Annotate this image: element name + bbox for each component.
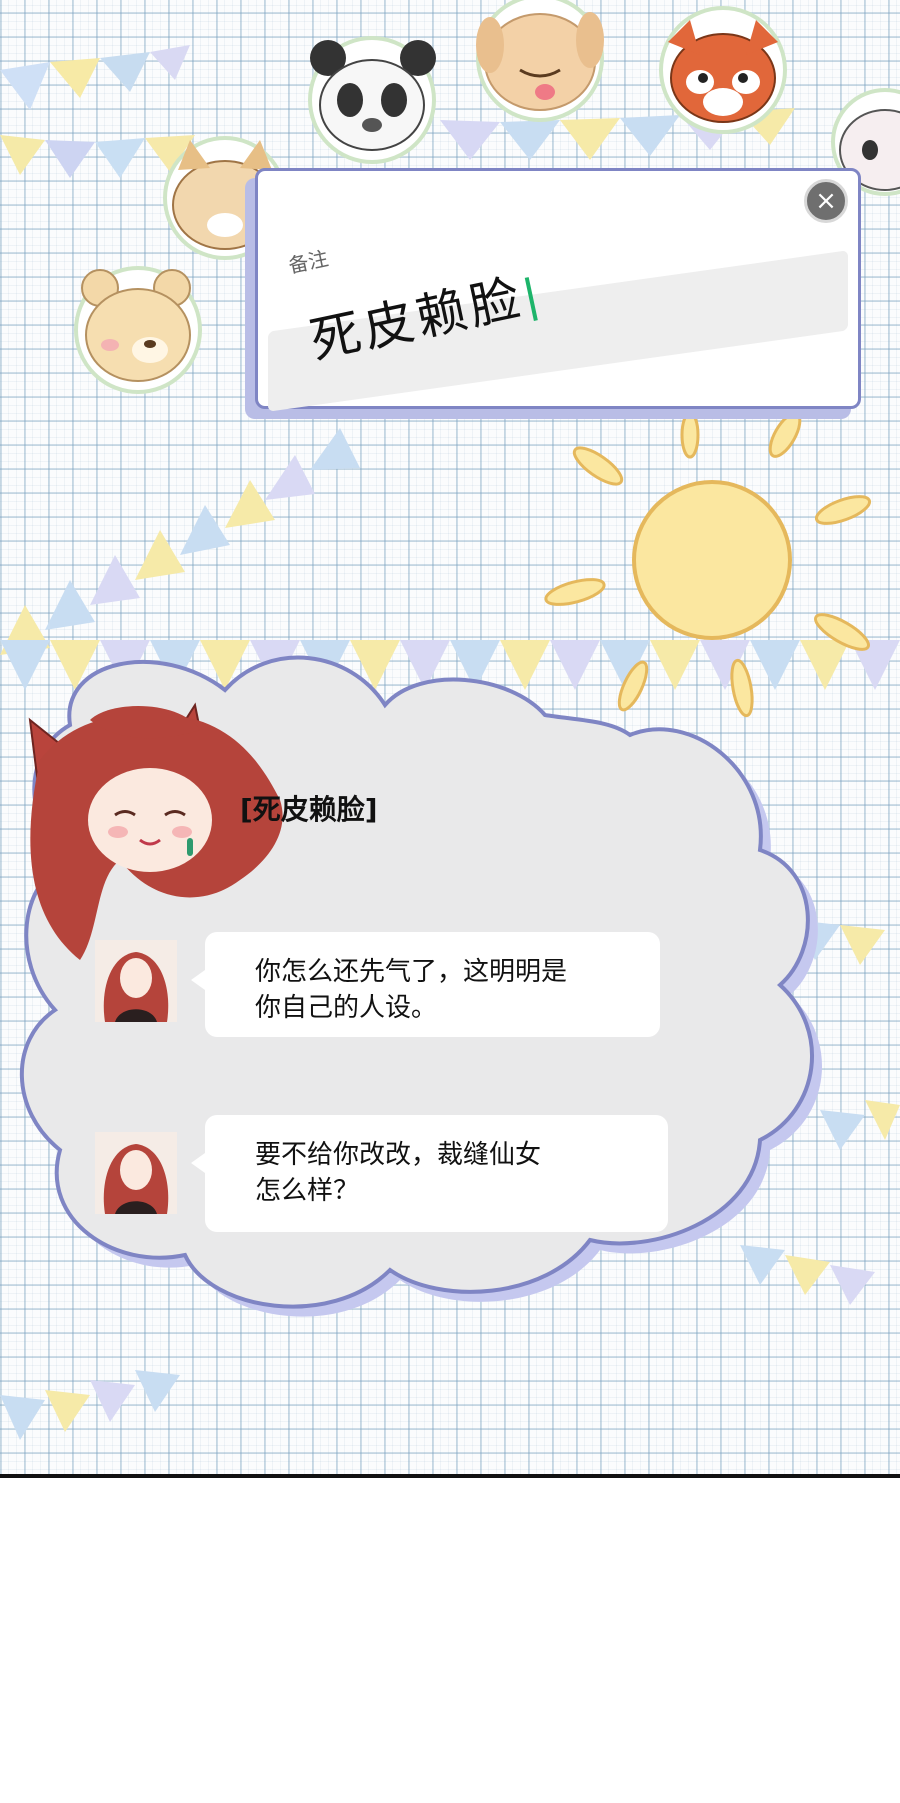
avatar-portrait-icon [95, 940, 177, 1022]
chat-bubble: 要不给你改改，裁缝仙女 怎么样？ [191, 1115, 668, 1232]
close-button[interactable]: × [804, 179, 848, 223]
panel-border [0, 1474, 900, 1478]
blank-area [0, 1478, 900, 1803]
message-line: 怎么样？ [255, 1176, 360, 1206]
chat-bubble: 你怎么还先气了，这明明是 你自己的人设。 [191, 932, 660, 1037]
comic-panel: 备注 死皮赖脸 × [死皮赖脸] 你怎么还先气了，这明明是 你自己的人设。 要不… [0, 0, 900, 1478]
avatar[interactable] [95, 940, 177, 1022]
avatar[interactable] [95, 1132, 177, 1214]
message-line: 你怎么还先气了，这明明是 [255, 957, 568, 987]
pennant-bunting-diagonal [0, 428, 360, 655]
speaker-name-tag: [死皮赖脸] [240, 793, 378, 826]
avatar-portrait-icon [95, 1132, 177, 1214]
red-panda-sticker [659, 6, 787, 134]
panda-sticker [308, 36, 436, 164]
remark-edit-card: 备注 死皮赖脸 × [255, 168, 861, 412]
remark-label: 备注 [286, 246, 331, 278]
puppy-sticker [476, 0, 604, 122]
close-icon: × [815, 186, 837, 216]
bear-sticker [74, 266, 202, 394]
message-line: 要不给你改改，裁缝仙女 [255, 1140, 542, 1170]
message-line: 你自己的人设。 [255, 993, 438, 1023]
